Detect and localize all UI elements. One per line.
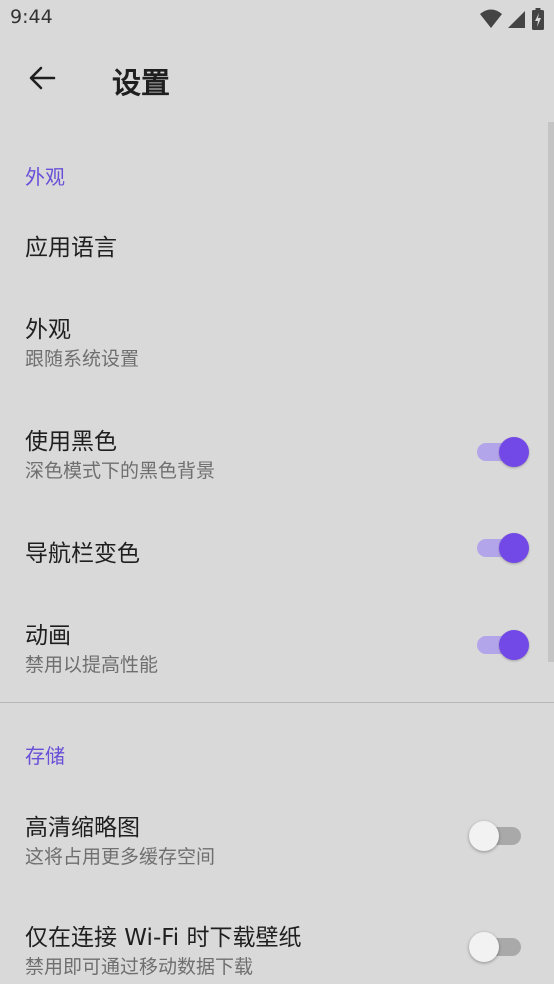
pref-title: 高清缩略图 bbox=[25, 815, 140, 841]
pref-nav-bar-color[interactable]: 导航栏变色 bbox=[0, 508, 548, 588]
hd-thumbnails-switch[interactable] bbox=[469, 820, 525, 852]
nav-bar-color-switch[interactable] bbox=[473, 532, 529, 564]
switch-thumb bbox=[499, 630, 529, 660]
switch-thumb bbox=[469, 821, 499, 851]
pref-summary: 这将占用更多缓存空间 bbox=[25, 846, 216, 868]
scrollbar[interactable] bbox=[548, 122, 554, 662]
wifi-icon bbox=[480, 9, 502, 33]
page-title: 设置 bbox=[112, 66, 171, 100]
use-black-switch[interactable] bbox=[473, 436, 529, 468]
pref-summary: 深色模式下的黑色背景 bbox=[25, 460, 216, 482]
pref-use-black[interactable]: 使用黑色 深色模式下的黑色背景 bbox=[0, 396, 548, 504]
status-time: 9:44 bbox=[10, 6, 53, 28]
pref-title: 导航栏变色 bbox=[25, 541, 140, 567]
back-button[interactable] bbox=[18, 56, 66, 104]
status-icons bbox=[480, 8, 544, 34]
app-bar: 设置 bbox=[0, 38, 554, 122]
arrow-left-icon bbox=[28, 64, 56, 96]
pref-summary: 禁用即可通过移动数据下载 bbox=[25, 956, 254, 978]
pref-title: 仅在连接 Wi-Fi 时下载壁纸 bbox=[25, 925, 302, 951]
section-header-appearance: 外观 bbox=[25, 165, 65, 189]
pref-animation[interactable]: 动画 禁用以提高性能 bbox=[0, 590, 548, 698]
animation-switch[interactable] bbox=[473, 629, 529, 661]
pref-title: 使用黑色 bbox=[25, 429, 117, 455]
pref-hd-thumbnails[interactable]: 高清缩略图 这将占用更多缓存空间 bbox=[0, 782, 548, 890]
pref-summary: 跟随系统设置 bbox=[25, 348, 140, 370]
pref-appearance[interactable]: 外观 跟随系统设置 bbox=[0, 284, 548, 392]
cell-signal-icon bbox=[508, 9, 526, 33]
pref-title: 动画 bbox=[25, 623, 71, 649]
status-bar: 9:44 bbox=[0, 0, 554, 38]
section-divider bbox=[0, 702, 554, 703]
battery-charging-icon bbox=[532, 8, 544, 34]
switch-thumb bbox=[499, 437, 529, 467]
section-header-storage: 存储 bbox=[25, 744, 65, 768]
pref-wifi-only-download[interactable]: 仅在连接 Wi-Fi 时下载壁纸 禁用即可通过移动数据下载 bbox=[0, 894, 548, 984]
switch-thumb bbox=[469, 932, 499, 962]
pref-summary: 禁用以提高性能 bbox=[25, 654, 159, 676]
switch-thumb bbox=[499, 533, 529, 563]
wifi-only-download-switch[interactable] bbox=[469, 931, 525, 963]
pref-title: 应用语言 bbox=[25, 235, 117, 261]
pref-app-language[interactable]: 应用语言 bbox=[0, 204, 548, 284]
pref-title: 外观 bbox=[25, 317, 71, 343]
